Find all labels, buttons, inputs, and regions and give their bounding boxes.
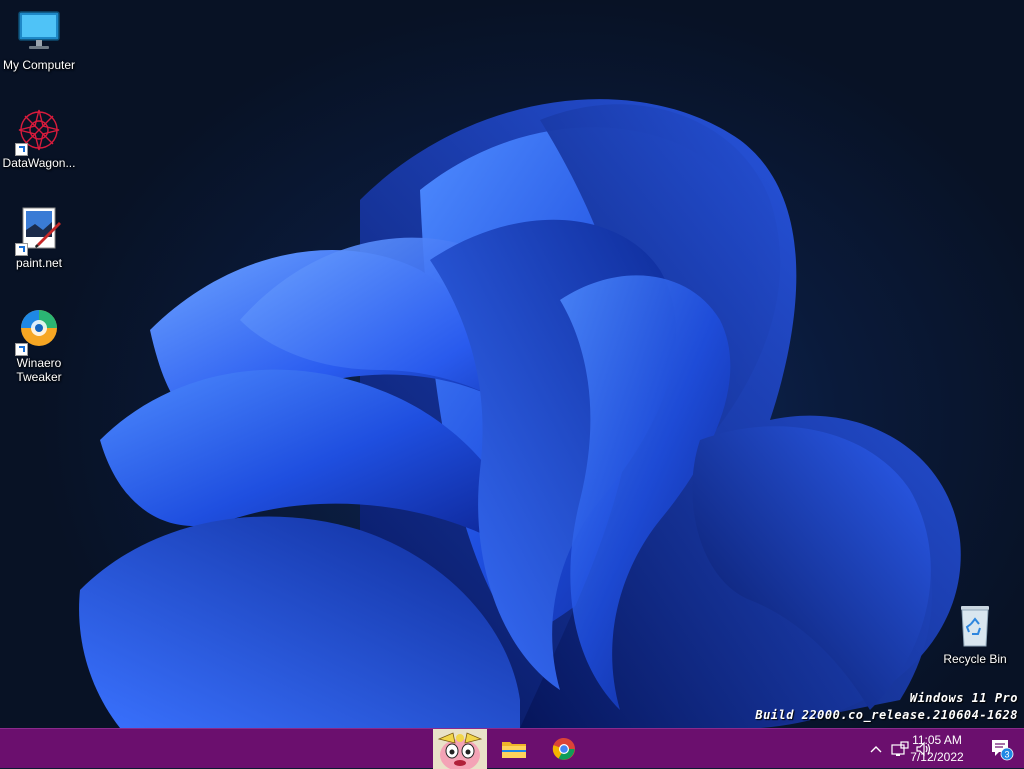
chrome-button[interactable] <box>542 729 586 769</box>
notification-count-badge: 3 <box>1004 750 1009 760</box>
chevron-up-icon <box>870 746 882 753</box>
desktop[interactable]: My Computer DataWagon... paint.net Winae… <box>0 0 1024 728</box>
notification-center-button[interactable]: 3 <box>984 729 1020 769</box>
watermark-build: Build 22000.co_release.210604-1628 <box>755 708 1018 722</box>
chrome-icon <box>552 737 575 760</box>
datawagon-icon <box>15 106 63 156</box>
desktop-icon-label: paint.net <box>15 256 63 270</box>
monitor-icon <box>15 8 63 56</box>
clock-time: 11:05 AM <box>912 733 962 747</box>
avatar-icon <box>433 729 487 769</box>
system-tray: 11:05 AM 7/12/2022 3 <box>824 729 1024 769</box>
windows-build-watermark: Windows 11 Pro Build 22000.co_release.21… <box>755 690 1018 724</box>
notification-icon: 3 <box>992 740 1014 761</box>
winaero-icon <box>15 306 63 356</box>
clock[interactable]: 11:05 AM 7/12/2022 <box>902 732 972 766</box>
shortcut-arrow-icon <box>15 343 28 356</box>
paintnet-icon <box>15 206 63 256</box>
wallpaper-bloom <box>79 99 961 728</box>
shortcut-arrow-icon <box>15 143 28 156</box>
folder-icon <box>502 742 526 758</box>
desktop-icon-winaero-tweaker[interactable]: Winaero Tweaker <box>0 306 78 384</box>
taskbar[interactable]: 11:05 AM 7/12/2022 3 <box>0 728 1024 769</box>
start-avatar-button[interactable] <box>432 729 488 769</box>
desktop-icon-label: Recycle Bin <box>943 652 1007 666</box>
desktop-icon-label: My Computer <box>2 58 76 72</box>
desktop-icon-my-computer[interactable]: My Computer <box>0 8 78 72</box>
clock-date: 7/12/2022 <box>910 750 964 764</box>
file-explorer-button[interactable] <box>492 729 536 769</box>
desktop-icon-label: Winaero Tweaker <box>16 356 62 384</box>
shortcut-arrow-icon <box>15 243 28 256</box>
show-hidden-icons-chevron[interactable] <box>864 729 888 769</box>
desktop-icon-label: DataWagon... <box>2 156 76 170</box>
recycle-bin-icon <box>951 602 999 650</box>
watermark-edition: Windows 11 Pro <box>909 691 1018 705</box>
desktop-icon-recycle-bin[interactable]: Recycle Bin <box>936 602 1014 666</box>
desktop-icon-paintnet[interactable]: paint.net <box>0 206 78 270</box>
desktop-icon-datawagon[interactable]: DataWagon... <box>0 106 78 170</box>
